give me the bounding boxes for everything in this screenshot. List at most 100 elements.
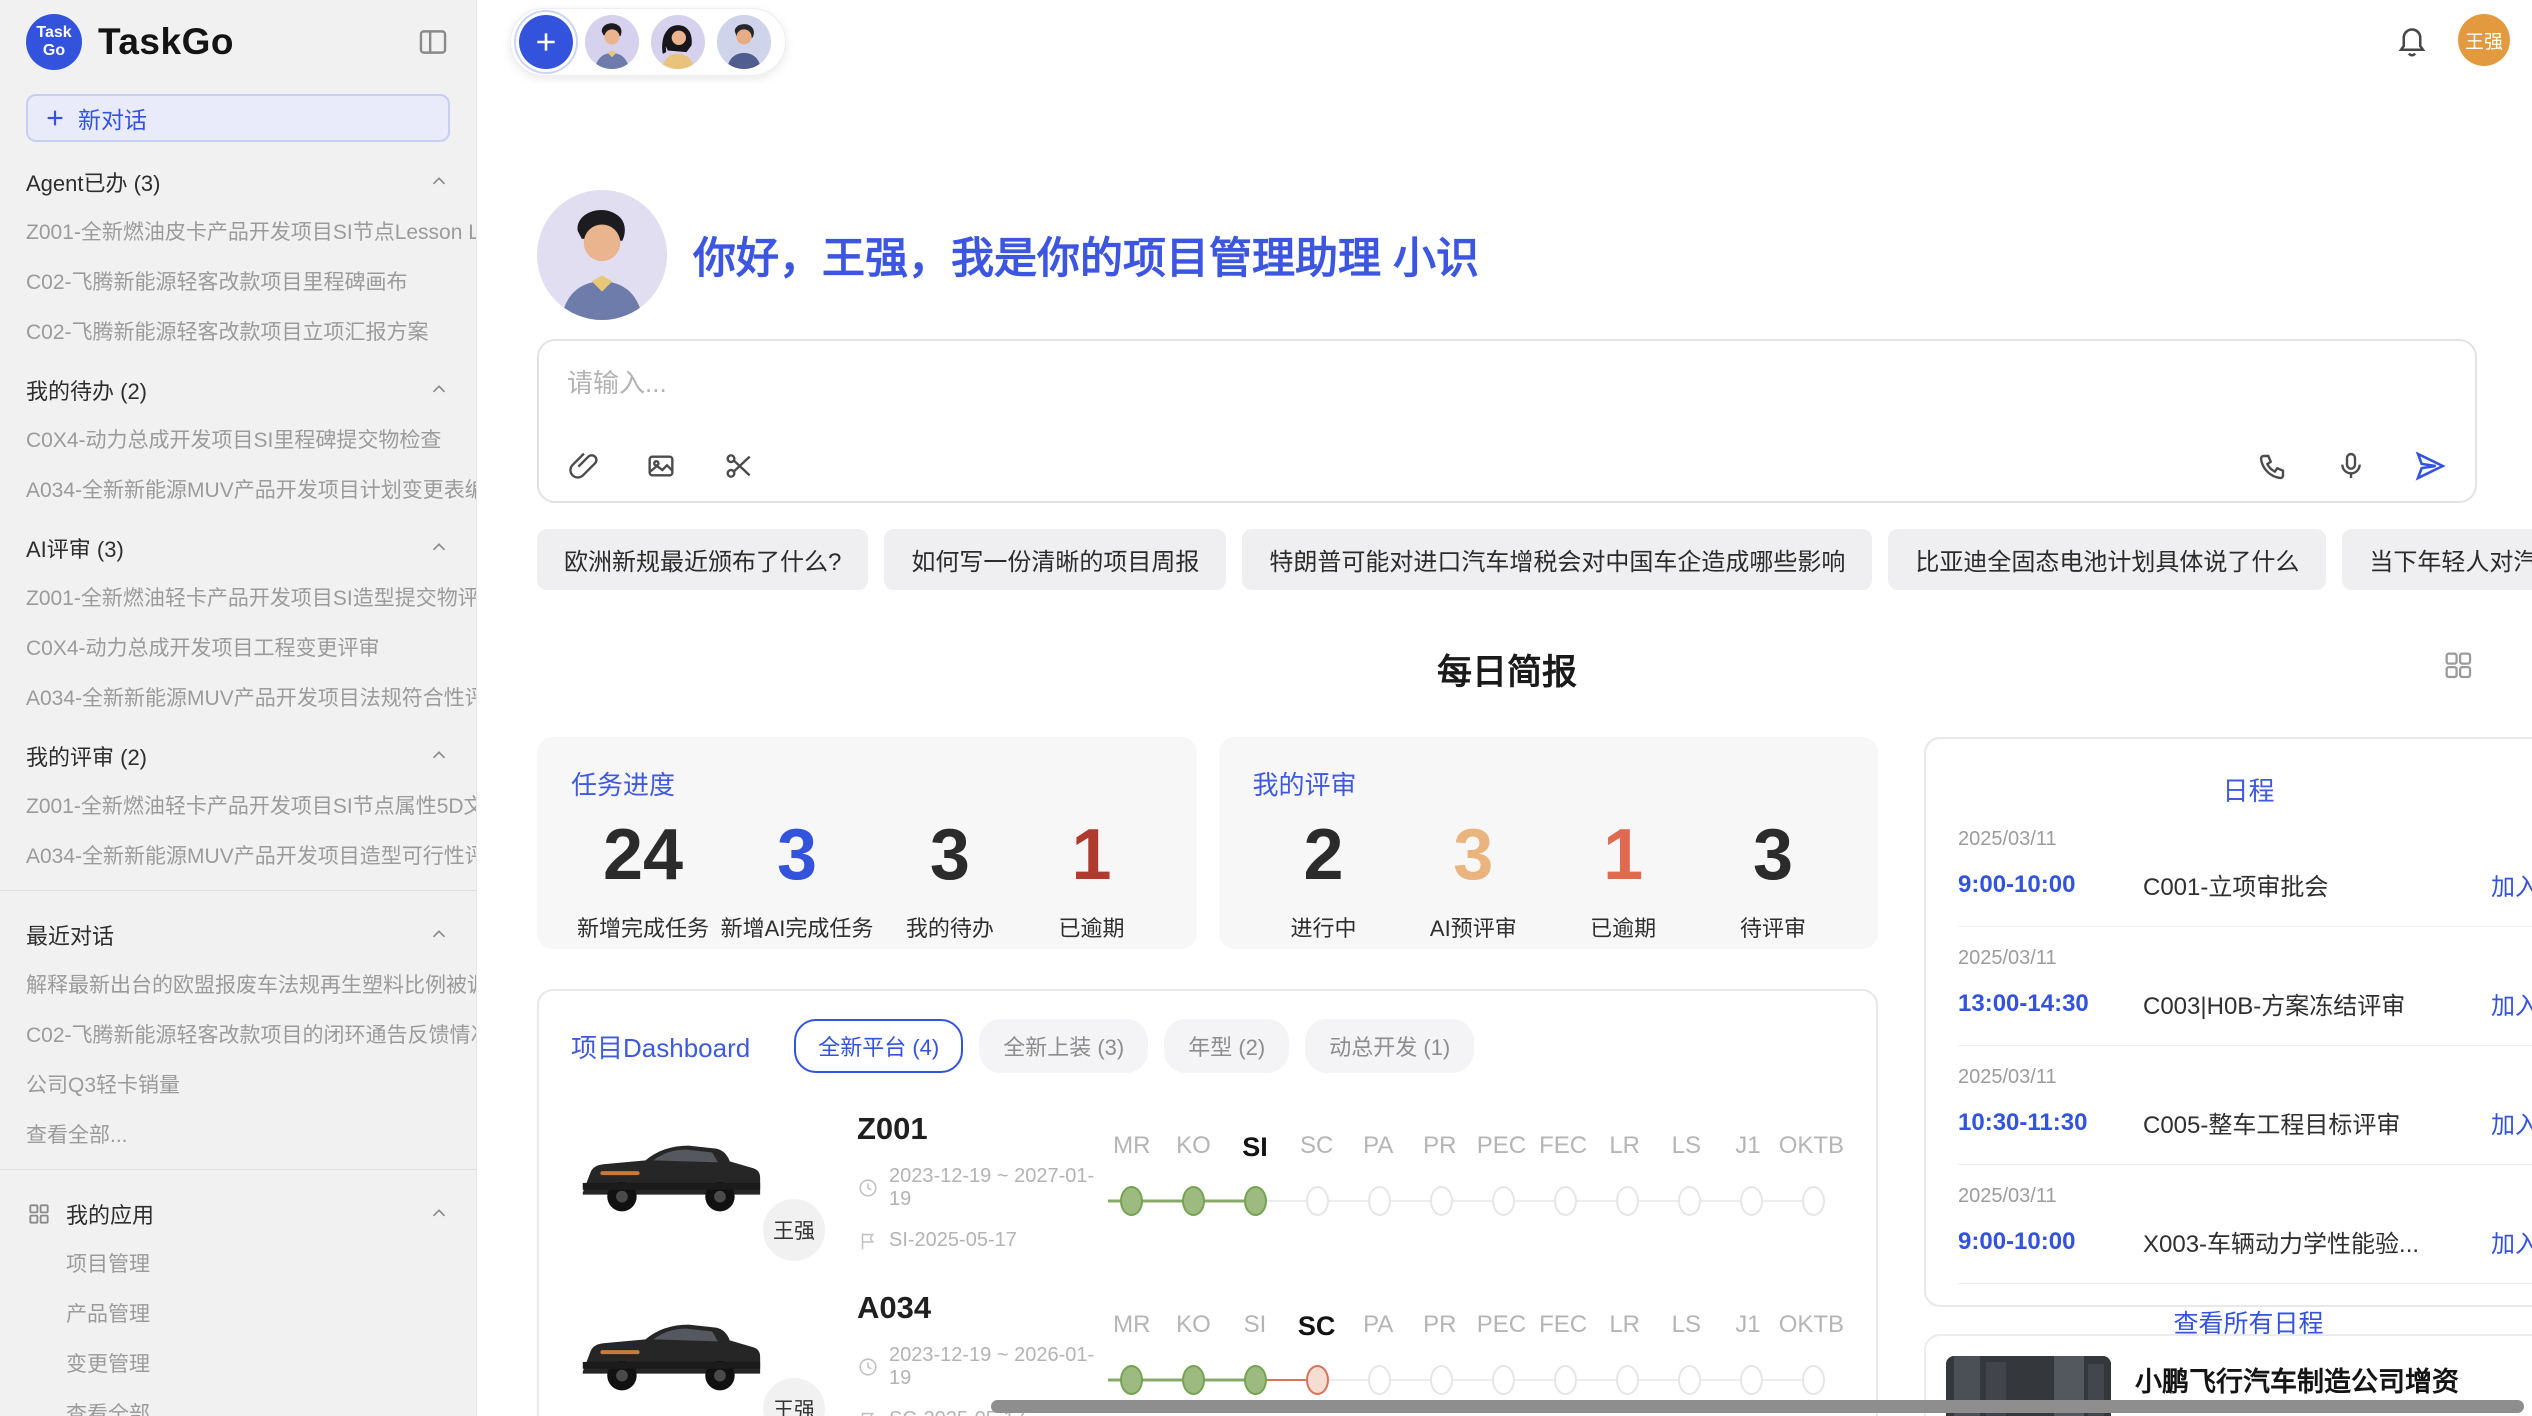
milestone-node-done <box>1182 1186 1205 1216</box>
suggestion-chip[interactable]: 特朗普可能对进口汽车增税会对中国车企造成哪些影响 <box>1242 529 1872 590</box>
milestone-label: FEC <box>1532 1311 1594 1342</box>
sidebar-item-change-mgmt[interactable]: 变更管理 <box>0 1338 476 1388</box>
sidebar-item[interactable]: C02-飞腾新能源轻客改款项目立项汇报方案 <box>0 306 476 356</box>
notification-bell-icon[interactable] <box>2394 22 2430 58</box>
main-content: 你好，王强，我是你的项目管理助理 小识 <box>537 0 2477 1416</box>
dashboard-title: 项目Dashboard <box>571 1028 750 1065</box>
avatar[interactable] <box>585 15 639 69</box>
milestone-node <box>1306 1186 1329 1216</box>
scissors-icon[interactable] <box>723 450 755 482</box>
tab-model-year[interactable]: 年型 (2) <box>1164 1019 1289 1073</box>
suggestion-chip[interactable]: 欧洲新规最近颁布了什么? <box>537 529 868 590</box>
milestone-label: PR <box>1409 1132 1471 1163</box>
chevron-up-icon[interactable] <box>428 1203 450 1225</box>
milestone-node-overdue <box>1306 1365 1329 1395</box>
avatar[interactable] <box>651 15 705 69</box>
horizontal-scrollbar[interactable] <box>991 1400 2524 1413</box>
sidebar-item[interactable]: 公司Q3轻卡销量 <box>0 1059 476 1109</box>
suggestion-chip[interactable]: 如何写一份清晰的项目周报 <box>884 529 1226 590</box>
stat-my-todo: 3 我的待办 <box>885 816 1015 943</box>
attachment-icon[interactable] <box>567 450 599 482</box>
project-dates: 2023-12-19 ~ 2026-01-19 <box>857 1344 1101 1390</box>
app-title: TaskGo <box>98 21 400 63</box>
join-link[interactable]: 加入 <box>2491 986 2532 1021</box>
section-my-review[interactable]: 我的评审 (2) <box>0 722 476 780</box>
milestone-label: LS <box>1655 1311 1717 1342</box>
project-media: 王强 <box>571 1307 821 1414</box>
section-ai-review[interactable]: AI评审 (3) <box>0 514 476 572</box>
event-time: 9:00-10:00 <box>1958 871 2143 899</box>
milestone-label: KO <box>1163 1311 1225 1342</box>
stat-value: 3 <box>721 816 874 895</box>
tab-new-platform[interactable]: 全新平台 (4) <box>794 1019 963 1073</box>
suggestion-chip[interactable]: 当下年轻人对汽车外观有怎样的喜好趋势 <box>2342 529 2532 590</box>
chevron-up-icon[interactable] <box>428 171 450 193</box>
app-window: Task Go TaskGo 新对话 Agent已办 (3) Z001-全新燃油… <box>0 0 2532 1416</box>
milestone-label: PEC <box>1471 1311 1533 1342</box>
input-actions <box>567 449 2447 483</box>
sidebar-item[interactable]: Z001-全新燃油轻卡产品开发项目SI造型提交物评审 <box>0 572 476 622</box>
milestone-node <box>1802 1365 1825 1395</box>
image-icon[interactable] <box>645 450 677 482</box>
microphone-icon[interactable] <box>2335 450 2367 482</box>
project-row[interactable]: 王强 Z001 2023-12-19 ~ 2027-01-19 <box>571 1111 1844 1252</box>
section-agent-done[interactable]: Agent已办 (3) <box>0 148 476 206</box>
project-media: 王强 <box>571 1128 821 1235</box>
sidebar-item[interactable]: A034-全新新能源MUV产品开发项目造型可行性评审 <box>0 830 476 880</box>
tab-new-body[interactable]: 全新上装 (3) <box>979 1019 1148 1073</box>
sidebar-item[interactable]: C0X4-动力总成开发项目SI里程碑提交物检查 <box>0 414 476 464</box>
dashboard-header: 项目Dashboard 全新平台 (4) 全新上装 (3) 年型 (2) 动总开… <box>571 1019 1844 1073</box>
section-my-todo[interactable]: 我的待办 (2) <box>0 356 476 414</box>
milestone-node-done <box>1120 1186 1143 1216</box>
new-chat-button[interactable]: 新对话 <box>26 94 450 142</box>
view-all-chats-link[interactable]: 查看全部... <box>0 1109 476 1159</box>
date-range: 2023-12-19 ~ 2026-01-19 <box>889 1344 1101 1390</box>
layout-grid-icon[interactable] <box>2441 648 2475 682</box>
milestone-node <box>1554 1365 1577 1395</box>
section-recent-chats[interactable]: 最近对话 <box>0 901 476 959</box>
chevron-up-icon[interactable] <box>428 379 450 401</box>
milestone-label: LR <box>1594 1311 1656 1342</box>
stat-value: 3 <box>1408 816 1538 895</box>
section-title: 最近对话 <box>26 919 114 951</box>
join-link[interactable]: 加入 <box>2491 867 2532 902</box>
project-row[interactable]: 王强 A034 2023-12-19 ~ 2026-01-19 <box>571 1290 1844 1416</box>
avatar[interactable] <box>717 15 771 69</box>
sidebar-item[interactable]: Z001-全新燃油轻卡产品开发项目SI节点属性5D文件评审 <box>0 780 476 830</box>
milestone-label: LR <box>1594 1132 1656 1163</box>
section-my-apps[interactable]: 我的应用 <box>0 1180 476 1238</box>
view-all-apps-link[interactable]: 查看全部... <box>0 1388 476 1416</box>
sidebar-item[interactable]: Z001-全新燃油皮卡产品开发项目SI节点Lesson Learn报告 <box>0 206 476 256</box>
sidebar-item[interactable]: 解释最新出台的欧盟报废车法规再生塑料比例被调至15%... <box>0 959 476 1009</box>
sidebar-item[interactable]: A034-全新新能源MUV产品开发项目计划变更表编写 <box>0 464 476 514</box>
milestone-label: SC <box>1286 1132 1348 1163</box>
truck-image <box>571 1128 767 1230</box>
join-link[interactable]: 加入 <box>2491 1105 2532 1140</box>
briefing-left-column: 任务进度 24 新增完成任务 3 新增AI完成任务 <box>537 737 1878 1416</box>
sidebar-item-product-mgmt[interactable]: 产品管理 <box>0 1288 476 1338</box>
chevron-up-icon[interactable] <box>428 924 450 946</box>
chevron-up-icon[interactable] <box>428 745 450 767</box>
phone-icon[interactable] <box>2257 450 2289 482</box>
milestone-label: FEC <box>1532 1132 1594 1163</box>
sidebar-item[interactable]: C0X4-动力总成开发项目工程变更评审 <box>0 622 476 672</box>
chevron-up-icon[interactable] <box>428 537 450 559</box>
send-icon[interactable] <box>2413 449 2447 483</box>
collapse-sidebar-icon[interactable] <box>416 25 450 59</box>
join-link[interactable]: 加入 <box>2491 1224 2532 1259</box>
user-avatar[interactable]: 王强 <box>2458 14 2510 66</box>
sidebar-item[interactable]: A034-全新新能源MUV产品开发项目法规符合性评审 <box>0 672 476 722</box>
add-session-button[interactable] <box>519 15 573 69</box>
chat-input[interactable] <box>567 363 2447 429</box>
sidebar-item[interactable]: C02-飞腾新能源轻客改款项目的闭环通告反馈情况 <box>0 1009 476 1059</box>
sidebar-item-project-mgmt[interactable]: 项目管理 <box>0 1238 476 1288</box>
grid-icon <box>26 1201 52 1227</box>
event-name: X003-车辆动力学性能验... <box>2143 1224 2491 1259</box>
tab-powertrain[interactable]: 动总开发 (1) <box>1305 1019 1474 1073</box>
schedule-card: 日程 2025/03/11 9:00-10:00 C001-立项审批会 加入 2… <box>1924 737 2532 1307</box>
milestone-label: KO <box>1163 1132 1225 1163</box>
stat-label: 新增AI完成任务 <box>721 911 874 943</box>
suggestion-chip[interactable]: 比亚迪全固态电池计划具体说了什么 <box>1888 529 2326 590</box>
stat-overdue: 1 已逾期 <box>1027 816 1157 943</box>
sidebar-item[interactable]: C02-飞腾新能源轻客改款项目里程碑画布 <box>0 256 476 306</box>
